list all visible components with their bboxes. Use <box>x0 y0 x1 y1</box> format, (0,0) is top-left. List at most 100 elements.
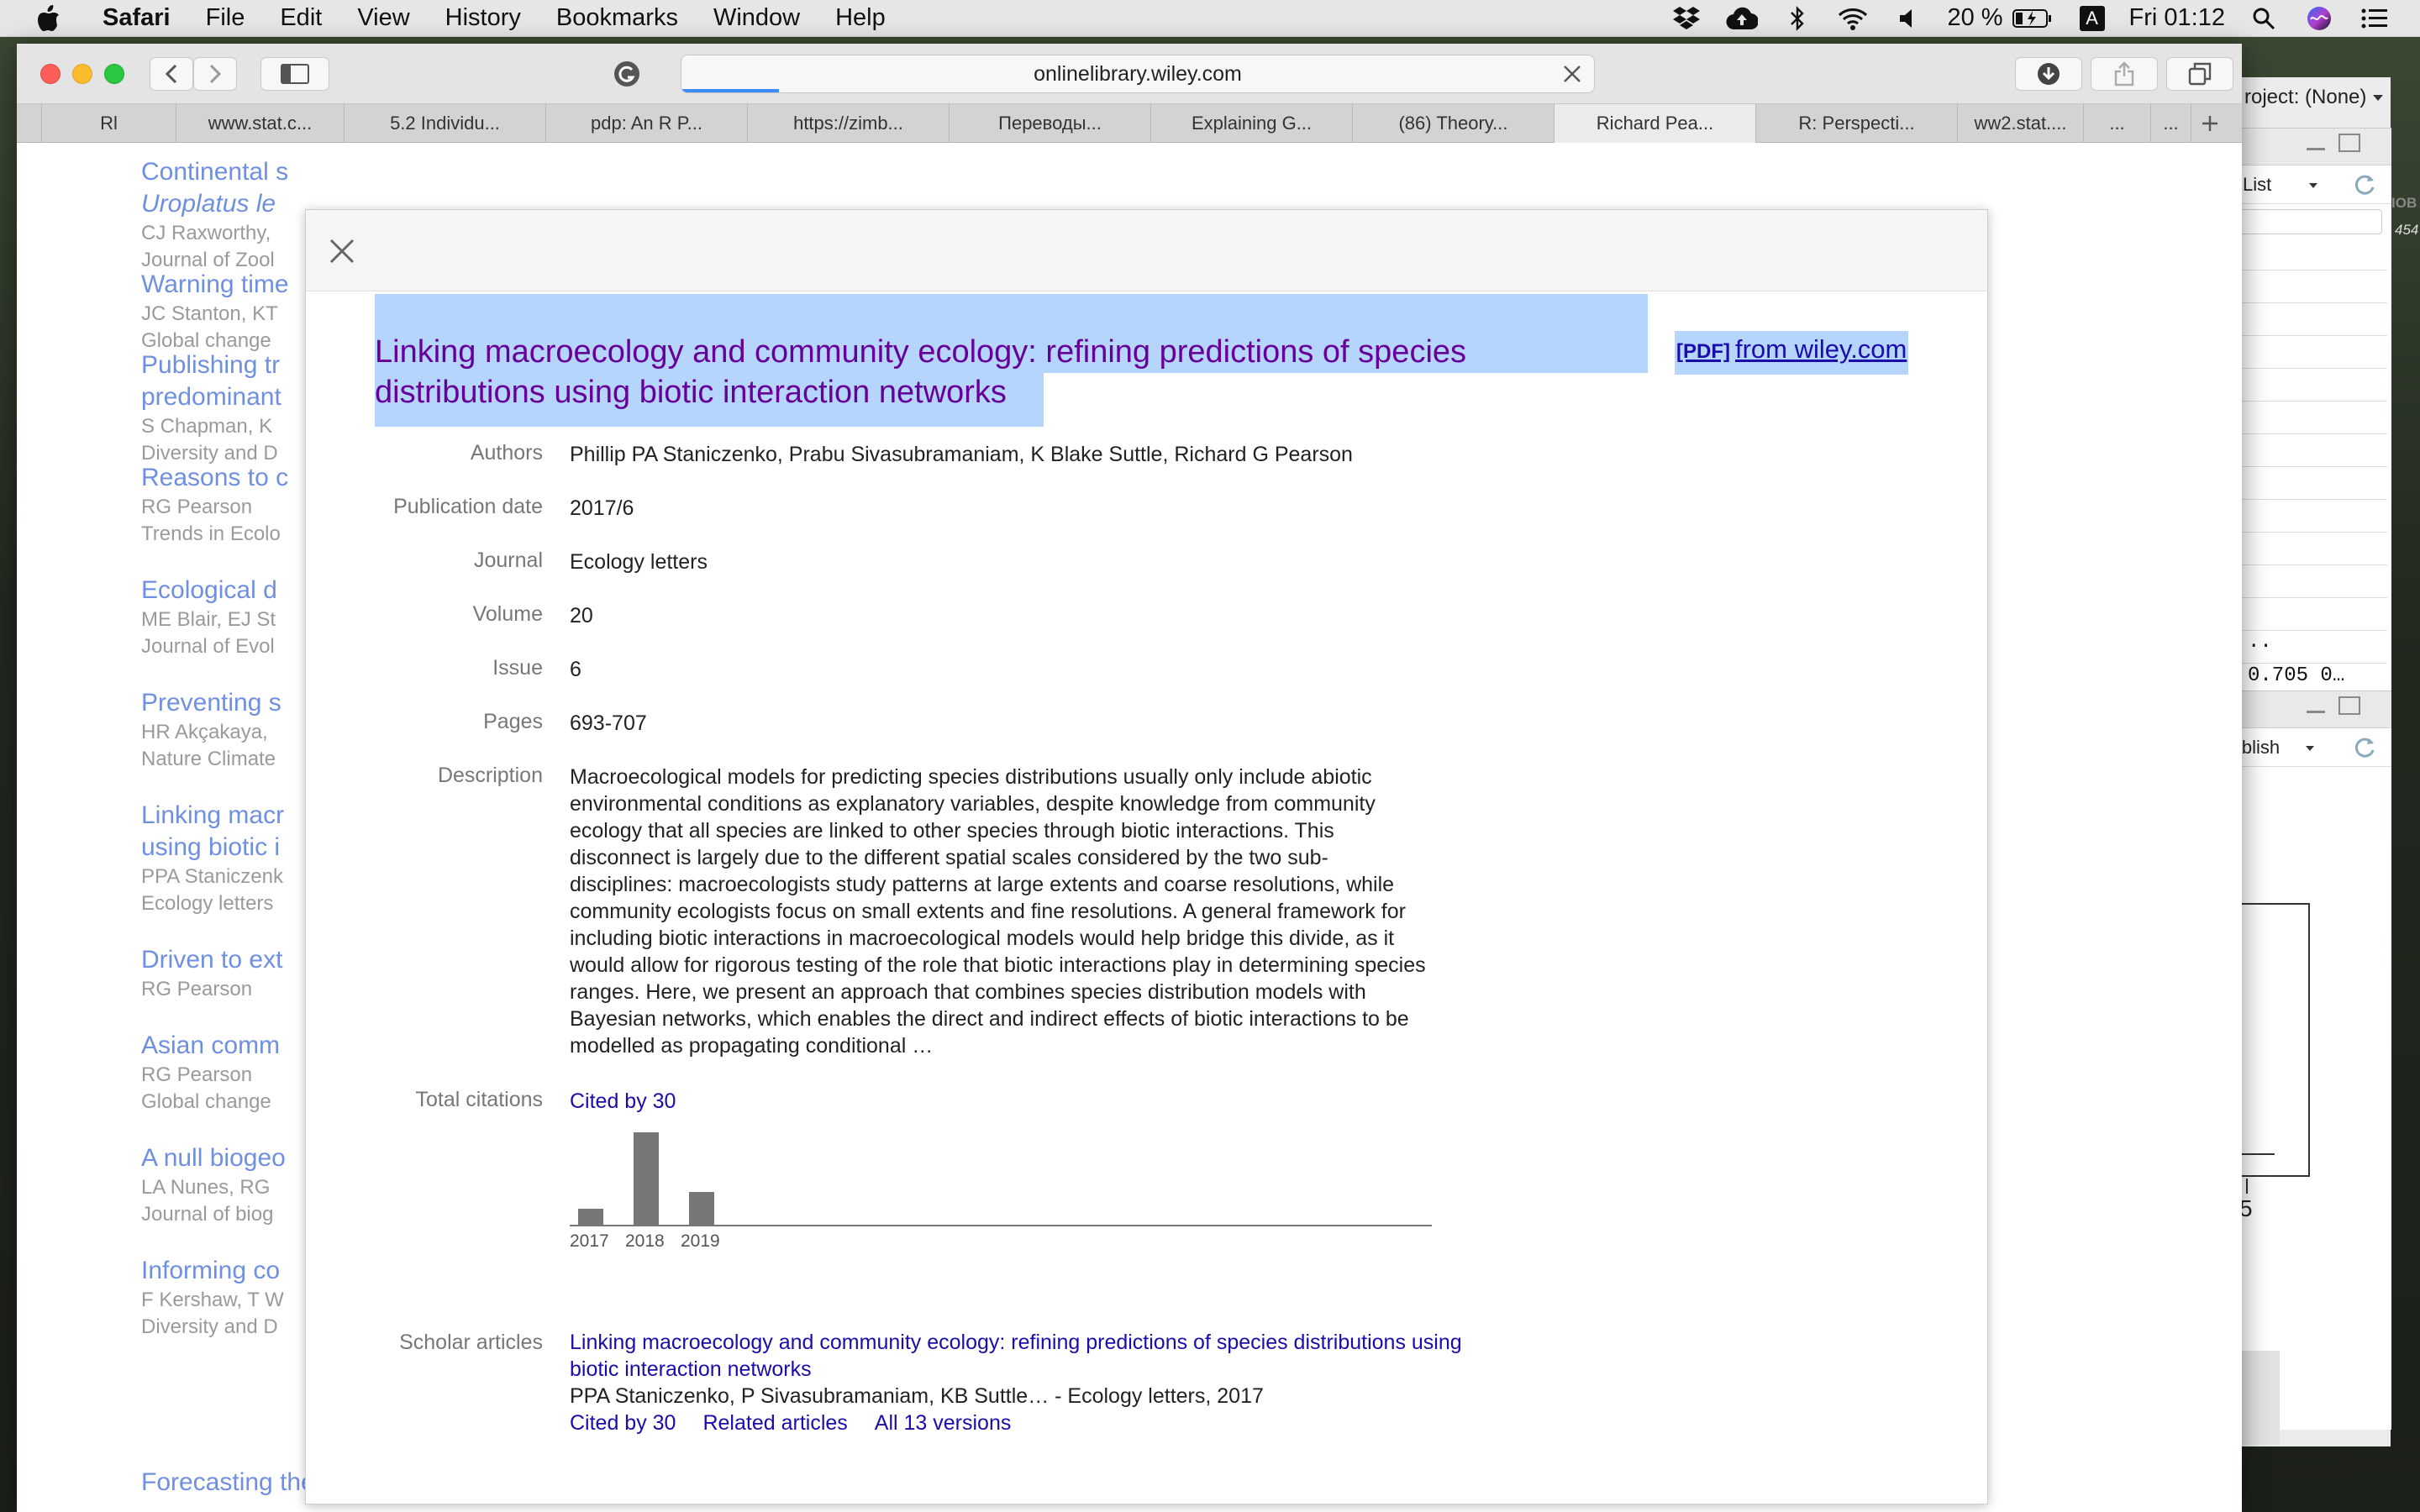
siri-icon[interactable] <box>2302 0 2336 37</box>
view-mode-dropdown[interactable]: List <box>2243 174 2271 196</box>
field-label: Authors <box>470 441 543 465</box>
stop-loading-icon[interactable] <box>1562 64 1582 84</box>
address-bar[interactable]: onlinelibrary.wiley.com <box>681 55 1595 93</box>
plus-icon <box>2202 116 2217 131</box>
maximize-pane-icon[interactable] <box>2338 696 2360 715</box>
menu-bar: Safari File Edit View History Bookmarks … <box>0 0 2420 37</box>
tab[interactable]: ... <box>2084 104 2151 143</box>
cited-by-link[interactable]: Cited by 30 <box>570 1089 676 1113</box>
list-row <box>2236 238 2387 270</box>
minimize-pane-icon[interactable] <box>2307 701 2325 713</box>
dropbox-icon[interactable] <box>1670 0 1703 37</box>
downloads-button[interactable] <box>2015 57 2082 91</box>
maximize-pane-icon[interactable] <box>2338 134 2360 152</box>
list-row <box>2236 434 2387 467</box>
chart-bar-2017[interactable] <box>578 1209 603 1225</box>
plots-pane: iblish 5 <box>2234 690 2391 1430</box>
minimize-pane-icon[interactable] <box>2307 139 2325 150</box>
wifi-icon[interactable] <box>1836 0 1870 37</box>
dialog-header <box>306 210 1987 291</box>
page-load-progress <box>681 89 779 92</box>
tabs-icon <box>2188 62 2212 86</box>
pdf-link[interactable]: [PDF] from wiley.com <box>1675 331 1909 375</box>
tab[interactable]: Переводы... <box>950 104 1151 143</box>
menu-app-safari[interactable]: Safari <box>103 4 171 32</box>
scholar-article-title[interactable]: Linking macroecology and community ecolo… <box>570 1331 1462 1381</box>
menu-help[interactable]: Help <box>835 4 886 32</box>
tab-active[interactable]: Richard Pea... <box>1555 104 1756 143</box>
tab-pinned[interactable] <box>17 104 42 143</box>
result-title[interactable]: Continental s <box>141 156 444 188</box>
publish-button[interactable]: iblish <box>2238 737 2280 759</box>
chart-x-axis <box>570 1225 1432 1226</box>
safari-toolbar: onlinelibrary.wiley.com <box>17 44 2242 104</box>
back-button[interactable] <box>150 57 193 91</box>
window-fragment <box>2242 1351 2280 1445</box>
environment-pane: List .. 0.705 0… <box>2236 128 2391 716</box>
tab[interactable]: Explaining G... <box>1151 104 1353 143</box>
project-selector[interactable]: roject: (None) <box>2244 86 2366 109</box>
scholar-article-entry: Linking macroecology and community ecolo… <box>570 1329 1494 1436</box>
bluetooth-icon[interactable] <box>1781 0 1814 37</box>
menu-clock[interactable]: Fri 01:12 <box>2129 4 2225 32</box>
cloud-upload-icon[interactable] <box>1725 0 1759 37</box>
list-row <box>2236 598 2387 631</box>
share-button[interactable] <box>2091 57 2158 91</box>
tab[interactable]: pdp: An R P... <box>546 104 748 143</box>
tab[interactable]: (86) Theory... <box>1353 104 1555 143</box>
tab[interactable]: www.stat.c... <box>176 104 345 143</box>
download-icon <box>2038 63 2060 85</box>
notification-center-icon[interactable] <box>2358 0 2391 37</box>
sidebar-toggle-button[interactable] <box>260 57 329 91</box>
environment-search-input[interactable] <box>2239 209 2382 234</box>
description-value: Macroecological models for predicting sp… <box>570 765 1426 1058</box>
menu-window[interactable]: Window <box>713 4 800 32</box>
plot-frame <box>2234 903 2310 1177</box>
chart-bar-2019[interactable] <box>689 1192 714 1225</box>
tab[interactable]: 5.2 Individu... <box>345 104 546 143</box>
volume-value: 20 <box>570 604 593 627</box>
refresh-icon[interactable] <box>2352 172 2377 197</box>
new-tab-button[interactable] <box>2191 104 2228 143</box>
forward-button[interactable] <box>193 57 237 91</box>
all-versions-link[interactable]: All 13 versions <box>875 1411 1012 1435</box>
apple-icon[interactable] <box>30 0 67 37</box>
chart-bar-2018[interactable] <box>634 1132 659 1225</box>
grammarly-icon <box>614 61 639 87</box>
close-icon[interactable] <box>326 235 358 267</box>
tab-overview-button[interactable] <box>2166 57 2233 91</box>
pages-value: 693-707 <box>570 711 647 735</box>
env-value-line: 0.705 0… <box>2248 664 2345 687</box>
input-source-icon[interactable]: A <box>2075 0 2109 37</box>
share-icon <box>2114 61 2134 87</box>
tab[interactable]: https://zimb... <box>748 104 950 143</box>
related-articles-link[interactable]: Related articles <box>702 1411 847 1435</box>
plots-toolbar: iblish <box>2236 730 2391 767</box>
spotlight-search-icon[interactable] <box>2247 0 2281 37</box>
chart-x-tick-label: 2017 <box>570 1231 609 1251</box>
address-bar-url: onlinelibrary.wiley.com <box>1034 61 1242 86</box>
menu-bookmarks[interactable]: Bookmarks <box>556 4 678 32</box>
menu-edit[interactable]: Edit <box>280 4 322 32</box>
article-title[interactable]: Linking macroecology and community ecolo… <box>375 332 1635 412</box>
menu-history[interactable]: History <box>445 4 521 32</box>
volume-icon[interactable] <box>1891 0 1925 37</box>
close-window-button[interactable] <box>40 64 60 84</box>
minimize-window-button[interactable] <box>72 64 92 84</box>
tab[interactable]: ww2.stat.... <box>1958 104 2084 143</box>
tab[interactable]: R: Perspecti... <box>1756 104 1958 143</box>
tab[interactable]: ... <box>2151 104 2191 143</box>
refresh-icon[interactable] <box>2352 735 2377 760</box>
menu-view[interactable]: View <box>357 4 409 32</box>
battery-charging-icon[interactable] <box>2012 0 2054 37</box>
scholar-cited-by-link[interactable]: Cited by 30 <box>570 1411 676 1435</box>
menu-file[interactable]: File <box>206 4 245 32</box>
zoom-window-button[interactable] <box>104 64 124 84</box>
pdf-link-label: from wiley.com <box>1734 334 1907 364</box>
rstudio-window: roject: (None) List .. 0.705 0… iblish 5 <box>2234 77 2391 1446</box>
chevron-down-icon <box>2309 183 2317 188</box>
field-label: Issue <box>492 656 543 680</box>
environment-pane-header <box>2236 129 2391 165</box>
tab[interactable]: Rl <box>42 104 176 143</box>
grammarly-button[interactable] <box>605 57 649 91</box>
